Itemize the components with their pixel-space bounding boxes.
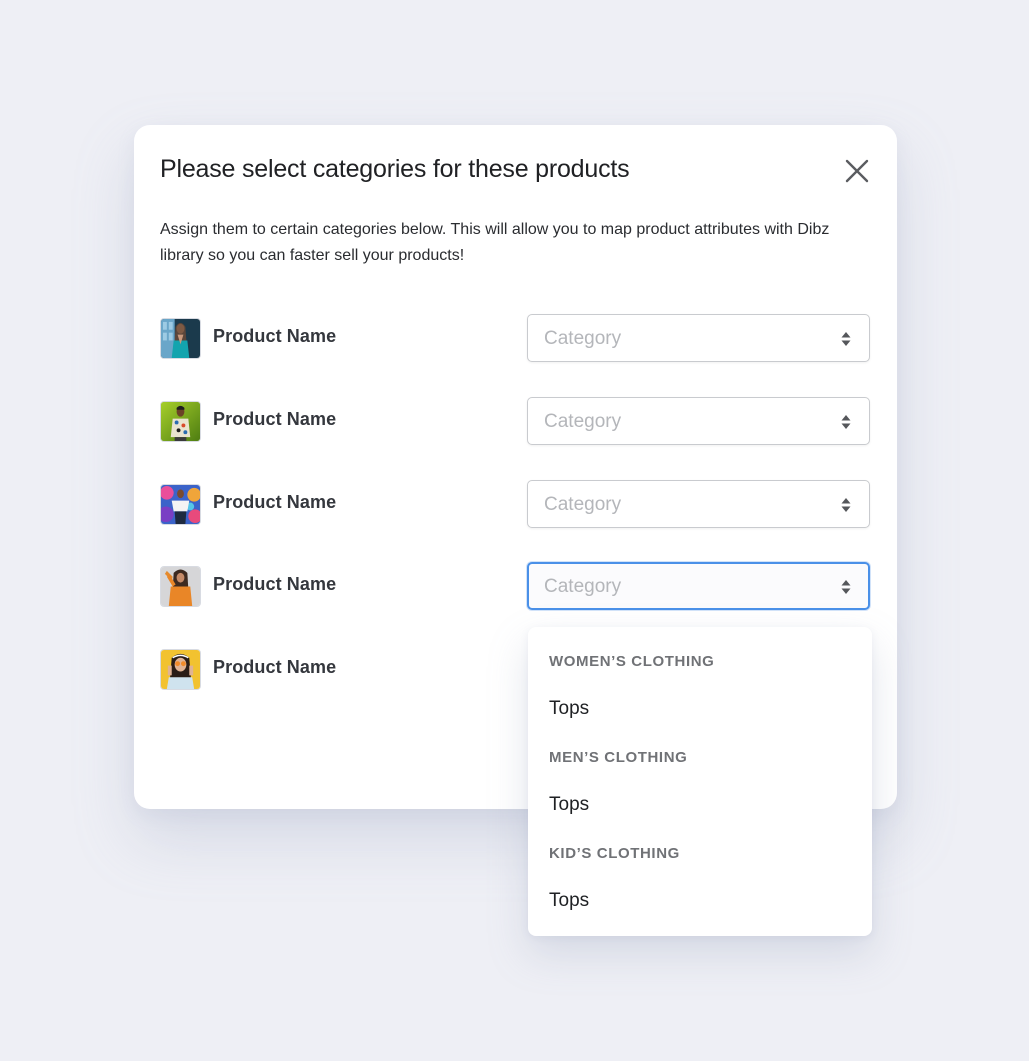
- category-dropdown-menu: WOMEN’S CLOTHING Tops MEN’S CLOTHING Top…: [528, 627, 872, 936]
- product-name: Product Name: [213, 574, 337, 594]
- select-updown-icon: [840, 413, 852, 431]
- category-select[interactable]: Category: [527, 397, 870, 445]
- product-row: Product Name Category: [160, 480, 870, 528]
- category-placeholder: Category: [544, 576, 622, 597]
- dropdown-group-label: WOMEN’S CLOTHING: [549, 653, 715, 670]
- dropdown-option[interactable]: Tops: [549, 890, 589, 912]
- product-row: Product Name Category: [160, 562, 870, 610]
- close-icon: [845, 159, 869, 183]
- select-updown-icon: [840, 496, 852, 514]
- dropdown-option[interactable]: Tops: [549, 794, 589, 816]
- category-select[interactable]: Category: [527, 480, 870, 528]
- woman-yellow-sunglasses-photo-icon: [161, 650, 200, 689]
- select-updown-icon: [840, 330, 852, 348]
- product-thumbnail: [160, 484, 201, 525]
- product-thumbnail: [160, 566, 201, 607]
- product-thumbnail: [160, 401, 201, 442]
- product-thumbnail: [160, 649, 201, 690]
- close-button[interactable]: [842, 156, 872, 186]
- category-placeholder: Category: [544, 494, 622, 515]
- product-name: Product Name: [213, 409, 337, 429]
- product-row: Product Name Category: [160, 314, 870, 362]
- dialog-title: Please select categories for these produ…: [160, 155, 630, 183]
- product-name: Product Name: [213, 326, 337, 346]
- product-row: Product Name Category: [160, 397, 870, 445]
- woman-teal-dress-photo-icon: [161, 319, 200, 358]
- product-name: Product Name: [213, 492, 337, 512]
- man-patterned-shirt-photo-icon: [161, 402, 200, 441]
- product-name: Product Name: [213, 657, 337, 677]
- dropdown-option[interactable]: Tops: [549, 698, 589, 720]
- dialog-description: Assign them to certain categories below.…: [160, 221, 830, 264]
- dropdown-group-label: MEN’S CLOTHING: [549, 749, 688, 766]
- person-colorful-mural-photo-icon: [161, 485, 200, 524]
- select-updown-icon: [840, 578, 852, 596]
- category-placeholder: Category: [544, 411, 622, 432]
- category-select-focused[interactable]: Category: [527, 562, 870, 610]
- product-thumbnail: [160, 318, 201, 359]
- category-placeholder: Category: [544, 328, 622, 349]
- woman-orange-sweater-photo-icon: [161, 567, 200, 606]
- dropdown-group-label: KID’S CLOTHING: [549, 845, 680, 862]
- category-select[interactable]: Category: [527, 314, 870, 362]
